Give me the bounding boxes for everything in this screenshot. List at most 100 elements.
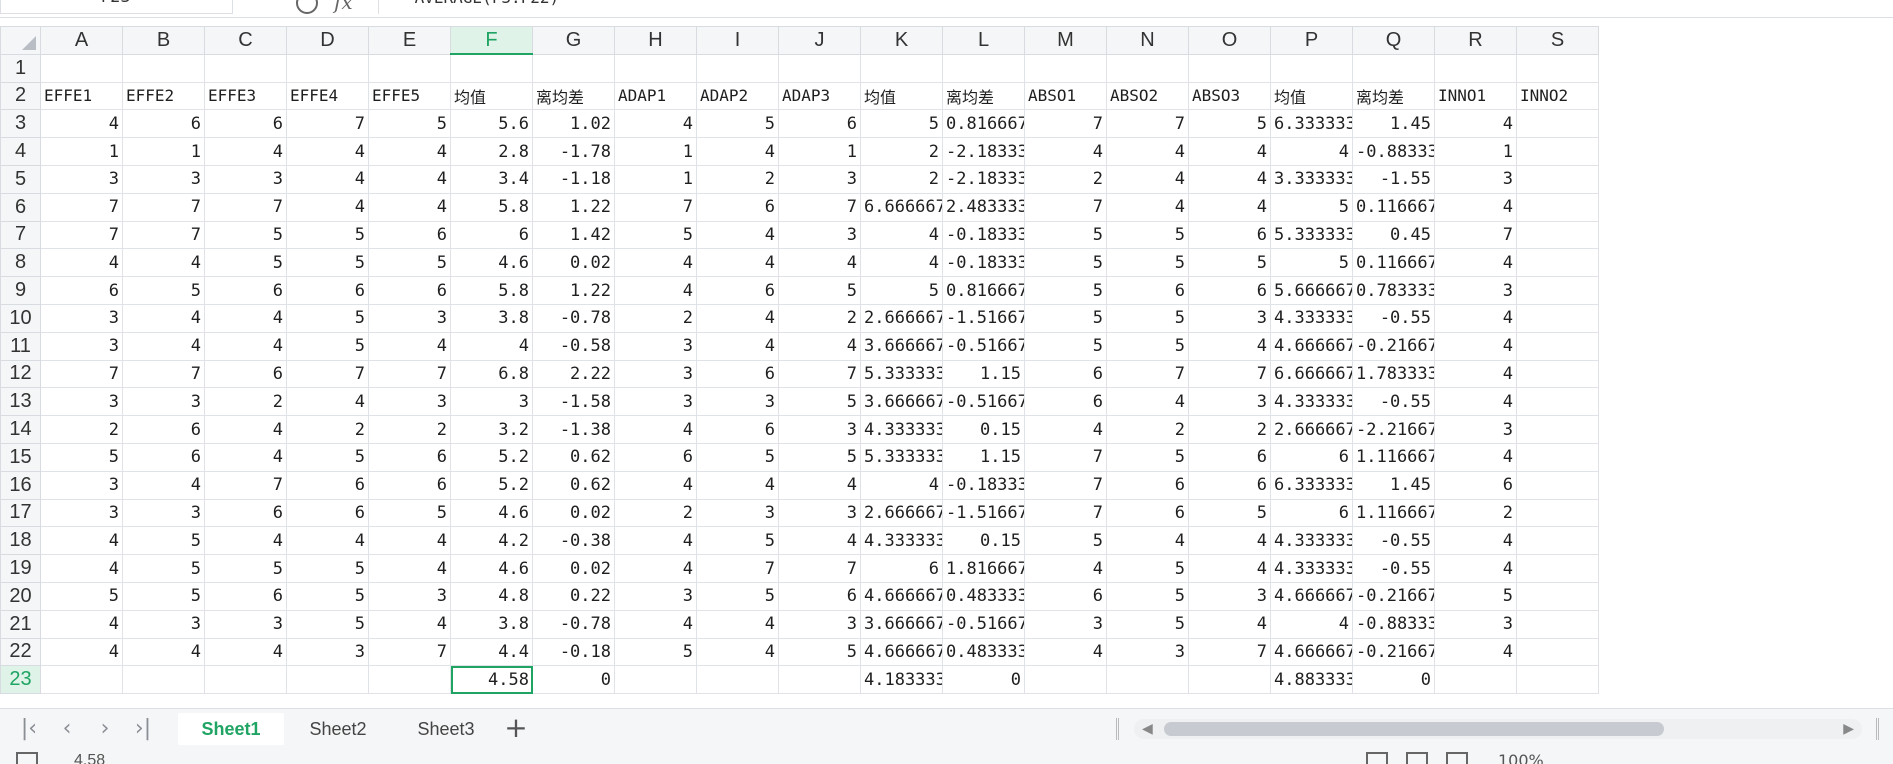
sheet-tab-1[interactable]: Sheet1 <box>178 713 284 745</box>
cell-p13[interactable]: 4.333333 <box>1270 387 1353 417</box>
cell-n17[interactable]: 6 <box>1106 498 1189 528</box>
cell-e4[interactable]: 4 <box>368 137 451 166</box>
cell-r18[interactable]: 4 <box>1434 526 1517 556</box>
cell-q21[interactable]: -0.88333 <box>1352 609 1435 639</box>
cell-f22[interactable]: 4.4 <box>450 637 533 667</box>
cell-q2[interactable]: 离均差 <box>1352 81 1435 111</box>
cell-e8[interactable]: 5 <box>368 248 451 278</box>
cell-c15[interactable]: 4 <box>204 442 287 472</box>
prev-sheet-icon[interactable]: ‹ <box>52 717 82 741</box>
cell-o14[interactable]: 2 <box>1188 415 1271 444</box>
cell-e3[interactable]: 5 <box>368 109 451 139</box>
cell-h20[interactable]: 3 <box>614 581 697 611</box>
cell-a21[interactable]: 4 <box>40 609 123 639</box>
cell-m23[interactable] <box>1024 665 1107 695</box>
cell-h13[interactable]: 3 <box>614 387 697 417</box>
cell-r15[interactable]: 4 <box>1434 442 1517 472</box>
cell-j14[interactable]: 3 <box>778 415 861 444</box>
cell-n2[interactable]: ABSO2 <box>1106 81 1189 111</box>
cell-b23[interactable] <box>122 665 205 695</box>
cell-h9[interactable]: 4 <box>614 276 697 305</box>
cell-j5[interactable]: 3 <box>778 164 861 194</box>
cell-a3[interactable]: 4 <box>40 109 123 139</box>
name-box[interactable]: F23 <box>0 0 233 14</box>
cell-s20[interactable] <box>1516 581 1599 611</box>
cell-q19[interactable]: -0.55 <box>1352 554 1435 583</box>
cell-f3[interactable]: 5.6 <box>450 109 533 139</box>
cell-e5[interactable]: 4 <box>368 164 451 194</box>
cell-n12[interactable]: 7 <box>1106 359 1189 389</box>
cell-i20[interactable]: 5 <box>696 581 779 611</box>
cell-p16[interactable]: 6.333333 <box>1270 470 1353 500</box>
cell-b18[interactable]: 5 <box>122 526 205 556</box>
cell-i13[interactable]: 3 <box>696 387 779 417</box>
cell-a19[interactable]: 4 <box>40 554 123 583</box>
cell-d14[interactable]: 2 <box>286 415 369 444</box>
cell-e22[interactable]: 7 <box>368 637 451 667</box>
cell-s15[interactable] <box>1516 442 1599 472</box>
cell-b21[interactable]: 3 <box>122 609 205 639</box>
zoom-formula-icon[interactable] <box>296 0 318 14</box>
row-header[interactable]: 6 <box>0 192 41 222</box>
cell-m18[interactable]: 5 <box>1024 526 1107 556</box>
cell-n10[interactable]: 5 <box>1106 303 1189 333</box>
cell-l2[interactable]: 离均差 <box>942 81 1025 111</box>
cell-n16[interactable]: 6 <box>1106 470 1189 500</box>
cell-i16[interactable]: 4 <box>696 470 779 500</box>
cell-d18[interactable]: 4 <box>286 526 369 556</box>
column-header-s[interactable]: S <box>1516 26 1599 55</box>
cell-m1[interactable] <box>1024 53 1107 83</box>
cell-e18[interactable]: 4 <box>368 526 451 556</box>
cell-d11[interactable]: 5 <box>286 331 369 361</box>
cell-e12[interactable]: 7 <box>368 359 451 389</box>
cell-n15[interactable]: 5 <box>1106 442 1189 472</box>
cell-i8[interactable]: 4 <box>696 248 779 278</box>
cell-d22[interactable]: 3 <box>286 637 369 667</box>
cell-b5[interactable]: 3 <box>122 164 205 194</box>
cell-r23[interactable] <box>1434 665 1517 695</box>
cell-h15[interactable]: 6 <box>614 442 697 472</box>
cell-a13[interactable]: 3 <box>40 387 123 417</box>
cell-q13[interactable]: -0.55 <box>1352 387 1435 417</box>
cell-j10[interactable]: 2 <box>778 303 861 333</box>
cell-j6[interactable]: 7 <box>778 192 861 222</box>
cell-c7[interactable]: 5 <box>204 220 287 250</box>
cell-d20[interactable]: 5 <box>286 581 369 611</box>
cell-a5[interactable]: 3 <box>40 164 123 194</box>
cell-p8[interactable]: 5 <box>1270 248 1353 278</box>
cell-h4[interactable]: 1 <box>614 137 697 166</box>
cell-d9[interactable]: 6 <box>286 276 369 305</box>
cell-i11[interactable]: 4 <box>696 331 779 361</box>
cell-c13[interactable]: 2 <box>204 387 287 417</box>
cell-f11[interactable]: 4 <box>450 331 533 361</box>
cell-c17[interactable]: 6 <box>204 498 287 528</box>
cell-a23[interactable] <box>40 665 123 695</box>
cell-r21[interactable]: 3 <box>1434 609 1517 639</box>
cell-c9[interactable]: 6 <box>204 276 287 305</box>
cell-q15[interactable]: 1.116667 <box>1352 442 1435 472</box>
cell-r8[interactable]: 4 <box>1434 248 1517 278</box>
cell-k9[interactable]: 5 <box>860 276 943 305</box>
cell-e16[interactable]: 6 <box>368 470 451 500</box>
cell-b14[interactable]: 6 <box>122 415 205 444</box>
row-header[interactable]: 15 <box>0 442 41 472</box>
cell-j18[interactable]: 4 <box>778 526 861 556</box>
cell-s11[interactable] <box>1516 331 1599 361</box>
cell-h17[interactable]: 2 <box>614 498 697 528</box>
cell-l19[interactable]: 1.816667 <box>942 554 1025 583</box>
cell-i7[interactable]: 4 <box>696 220 779 250</box>
cell-d2[interactable]: EFFE4 <box>286 81 369 111</box>
cell-i17[interactable]: 3 <box>696 498 779 528</box>
column-header-f[interactable]: F <box>450 26 533 56</box>
cell-b3[interactable]: 6 <box>122 109 205 139</box>
cell-p23[interactable]: 4.883333 <box>1270 665 1353 695</box>
normal-view-icon[interactable] <box>1366 752 1388 764</box>
cell-s18[interactable] <box>1516 526 1599 556</box>
column-header-b[interactable]: B <box>122 26 205 55</box>
cell-q3[interactable]: 1.45 <box>1352 109 1435 139</box>
cell-g8[interactable]: 0.02 <box>532 248 615 278</box>
cell-f5[interactable]: 3.4 <box>450 164 533 194</box>
cell-l5[interactable]: -2.18333 <box>942 164 1025 194</box>
cell-n11[interactable]: 5 <box>1106 331 1189 361</box>
cell-n7[interactable]: 5 <box>1106 220 1189 250</box>
